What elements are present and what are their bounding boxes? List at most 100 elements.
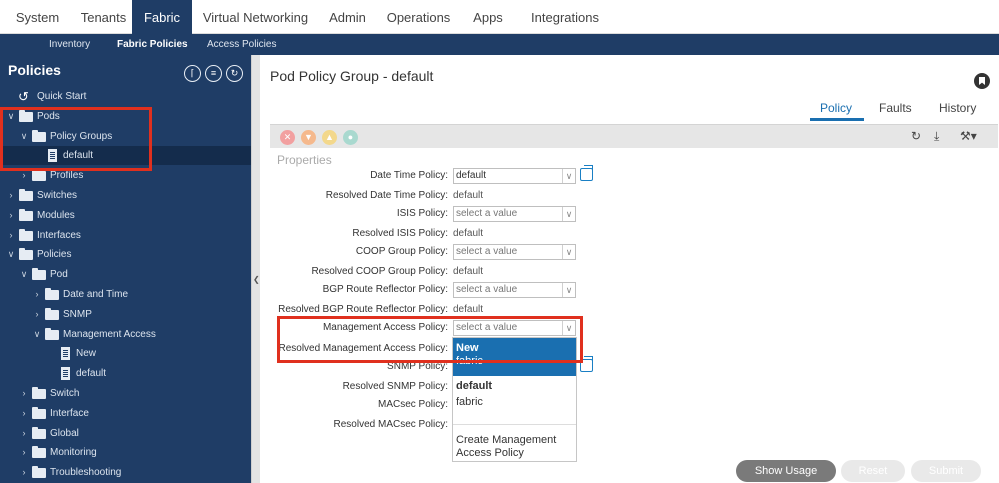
chevron-right-icon[interactable]: › (6, 206, 16, 225)
refresh-icon[interactable]: ↻ (911, 129, 921, 143)
create-management-access-policy[interactable]: Create Management Access Policy (456, 434, 574, 460)
tree-item-label: Interface (50, 407, 89, 419)
tree-item[interactable]: › Profiles (0, 166, 251, 185)
dropdown-option-fabric[interactable]: fabric (456, 396, 483, 408)
tree-item[interactable]: ↺ Quick Start (0, 87, 251, 106)
tree-item[interactable]: › SNMP (0, 305, 251, 324)
chevron-down-icon[interactable]: ∨ (562, 283, 575, 297)
folder-icon (45, 288, 59, 300)
show-usage-button[interactable]: Show Usage (736, 460, 836, 482)
subnav-fabric-policies[interactable]: Fabric Policies (117, 34, 188, 55)
minor-fault-icon[interactable]: ▲ (322, 130, 337, 145)
collapse-all-icon[interactable]: ⌈ (184, 65, 201, 82)
chevron-down-icon[interactable]: ∨ (562, 169, 575, 183)
chevron-right-icon[interactable]: › (19, 404, 29, 423)
chevron-down-icon[interactable]: ∨ (19, 265, 29, 284)
tree-item[interactable]: › Switch (0, 384, 251, 403)
sidebar: Policies ⌈ ≡ ↻ ↺ Quick Start ∨ Pods ∨ Policy … (0, 55, 251, 483)
chevron-right-icon[interactable]: › (19, 384, 29, 403)
open-external-icon[interactable] (580, 356, 593, 372)
tab-operations[interactable]: Operations (376, 0, 461, 34)
tree-item-label: Pods (37, 110, 60, 122)
tree-item[interactable]: ∨ Management Access (0, 325, 251, 344)
warning-fault-icon[interactable]: ● (343, 130, 358, 145)
chevron-right-icon[interactable]: › (19, 166, 29, 185)
tree-item-label: New (76, 348, 97, 360)
tab-faults[interactable]: Faults (879, 101, 912, 115)
tab-fabric[interactable]: Fabric (132, 0, 192, 34)
chevron-down-icon[interactable]: ∨ (32, 325, 42, 344)
chevron-down-icon[interactable]: ∨ (562, 321, 575, 335)
tree-item[interactable]: New (0, 344, 251, 363)
tree-item-label: Policies (37, 249, 72, 261)
tree-item[interactable]: › Troubleshooting (0, 463, 251, 482)
tab-integrations[interactable]: Integrations (515, 0, 615, 34)
policy-select[interactable]: select a value ∨ (453, 320, 576, 336)
chevron-down-icon[interactable]: ∨ (562, 207, 575, 221)
tree-item[interactable]: › Global (0, 424, 251, 443)
tree-item[interactable]: default (0, 364, 251, 383)
tab-policy[interactable]: Policy (820, 101, 852, 115)
chevron-right-icon[interactable]: › (32, 285, 42, 304)
policy-select[interactable]: select a value ∨ (453, 206, 576, 222)
tree-item[interactable]: › Interfaces (0, 226, 251, 245)
tree-item[interactable]: › Switches (0, 186, 251, 205)
tab-history[interactable]: History (939, 101, 976, 115)
subnav-access-policies[interactable]: Access Policies (207, 34, 276, 55)
tree-item[interactable]: › Modules (0, 206, 251, 225)
tree-item[interactable]: ∨ Policy Groups (0, 127, 251, 146)
tree-item[interactable]: › Interface (0, 404, 251, 423)
chevron-down-icon[interactable]: ∨ (562, 245, 575, 259)
folder-icon (19, 189, 33, 201)
bookmark-icon[interactable] (974, 73, 990, 89)
reset-button[interactable]: Reset (841, 460, 905, 482)
tab-admin[interactable]: Admin (319, 0, 376, 34)
folder-icon (32, 466, 46, 479)
select-value: select a value (456, 246, 518, 257)
chevron-down-icon[interactable]: ∨ (19, 127, 29, 146)
page-title: Pod Policy Group - default (270, 68, 434, 84)
tree-item[interactable]: ∨ Policies (0, 245, 251, 264)
chevron-right-icon[interactable]: › (6, 226, 16, 245)
tab-virtual-networking[interactable]: Virtual Networking (192, 0, 319, 34)
tree-item[interactable]: ∨ Pods (0, 107, 251, 126)
tree-item-label: Monitoring (50, 447, 97, 459)
policy-select[interactable]: select a value ∨ (453, 244, 576, 260)
list-icon[interactable]: ≡ (205, 65, 222, 82)
tab-tenants[interactable]: Tenants (75, 0, 132, 34)
tree-item[interactable]: default (0, 146, 251, 166)
policy-select[interactable]: select a value ∨ (453, 282, 576, 298)
critical-fault-icon[interactable]: ✕ (280, 130, 295, 145)
folder-icon (32, 426, 46, 439)
dropdown-option-default[interactable]: default (456, 380, 492, 392)
tree-item[interactable]: ∨ Pod (0, 265, 251, 284)
chevron-down-icon[interactable]: ∨ (6, 245, 16, 264)
tree-item[interactable]: › Date and Time (0, 285, 251, 304)
collapse-arrow-icon[interactable]: ❮ (253, 275, 260, 284)
major-fault-icon[interactable]: ▼ (301, 130, 316, 145)
tab-system[interactable]: System (0, 0, 75, 34)
open-external-icon[interactable] (580, 165, 593, 181)
chevron-right-icon[interactable]: › (19, 424, 29, 443)
folder-icon (19, 208, 33, 221)
chevron-right-icon[interactable]: › (6, 186, 16, 205)
folder-icon (19, 248, 33, 261)
top-nav: System Tenants Fabric Virtual Networking… (0, 0, 999, 34)
document-icon (61, 347, 70, 361)
chevron-right-icon[interactable]: › (19, 443, 29, 462)
submit-button[interactable]: Submit (911, 460, 981, 482)
sidebar-splitter[interactable]: ❮ (251, 55, 260, 483)
policy-select[interactable]: default ∨ (453, 168, 576, 184)
chevron-down-icon[interactable]: ∨ (6, 107, 16, 126)
active-tab-underline (810, 118, 864, 121)
download-icon[interactable]: ⤓ (934, 129, 939, 144)
tree-item-label: default (76, 368, 107, 380)
subnav-inventory[interactable]: Inventory (49, 34, 90, 55)
refresh-icon[interactable]: ↻ (226, 65, 243, 82)
chevron-right-icon[interactable]: › (32, 305, 42, 324)
chevron-right-icon[interactable]: › (19, 463, 29, 482)
dropdown-option-new[interactable]: New fabric (453, 338, 576, 376)
tree-item[interactable]: › Monitoring (0, 443, 251, 462)
tab-apps[interactable]: Apps (461, 0, 515, 34)
tools-icon[interactable]: ⚒▾ (960, 129, 977, 143)
